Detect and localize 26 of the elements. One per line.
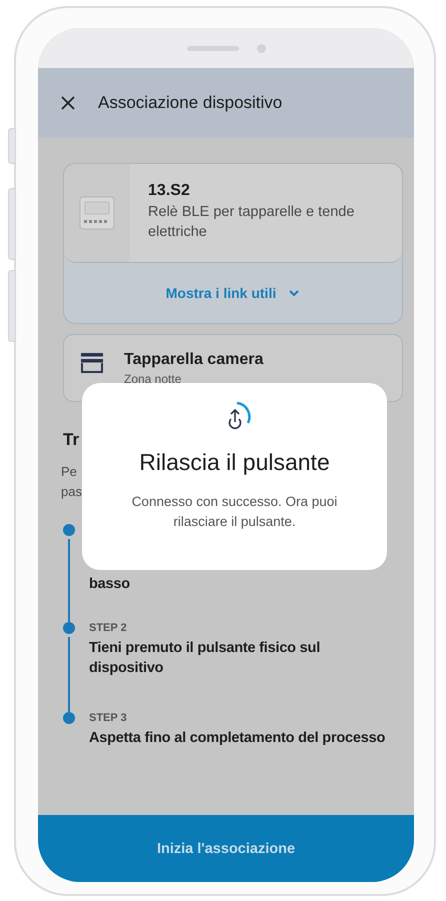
relay-module-icon: [79, 196, 116, 230]
modal-message: Connesso con successo. Ora puoi rilasciare il pulsante.: [130, 493, 338, 531]
section-heading: Tr: [63, 430, 80, 450]
device-description: Relè BLE per tapparelle e tende elettriche: [148, 203, 356, 242]
step-text: basso: [89, 575, 130, 594]
step-dot: [63, 524, 75, 536]
camera-dot: [256, 44, 266, 52]
room-name: Tapparella camera: [124, 351, 264, 369]
step-label: STEP 2: [89, 622, 128, 634]
step-text: Tieni premuto il pulsante fisico sul dispositivo: [89, 639, 322, 678]
shutter-icon: [80, 351, 104, 375]
device-model: 13.S2: [148, 182, 191, 200]
step-label: STEP 3: [89, 712, 128, 724]
modal-title: Rilascia il pulsante: [139, 449, 330, 476]
useful-links-toggle[interactable]: Mostra i link utili: [64, 263, 402, 323]
step-dot: [63, 712, 75, 724]
step-text: Aspetta fino al completamento del processo: [89, 729, 386, 748]
close-icon[interactable]: [60, 95, 76, 111]
start-pairing-button[interactable]: Inizia l'associazione: [38, 815, 414, 882]
zone-name: Zona notte: [124, 372, 182, 386]
chevron-icon: [288, 289, 300, 297]
step-dot: [63, 622, 75, 634]
page-title: Associazione dispositivo: [98, 93, 282, 113]
intro-text: pas: [61, 483, 82, 501]
intro-text: Pe: [61, 463, 77, 481]
speaker-slot: [186, 46, 238, 50]
